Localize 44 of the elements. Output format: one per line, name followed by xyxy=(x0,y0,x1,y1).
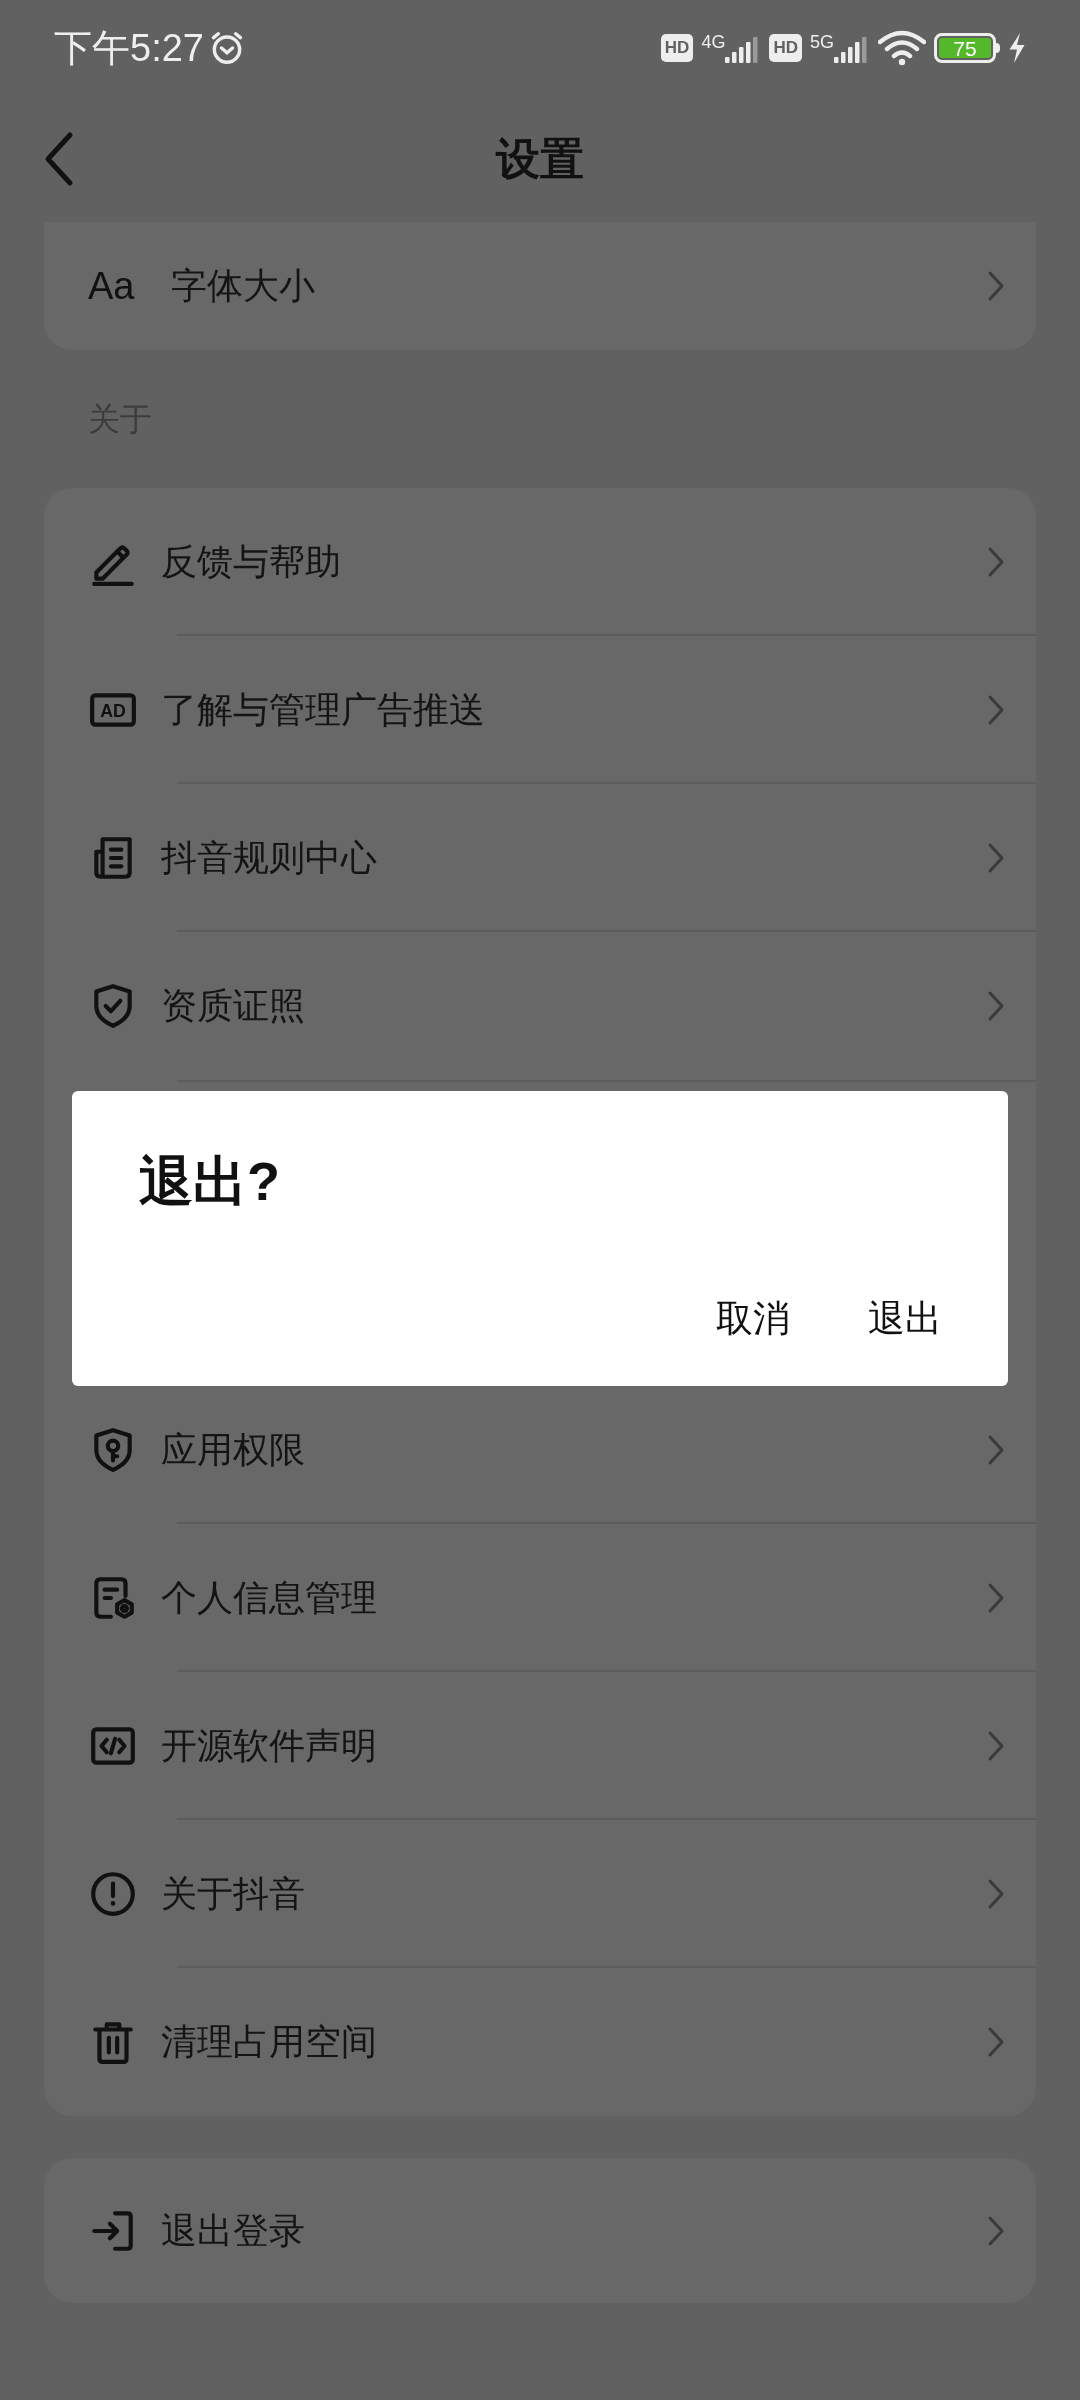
settings-row[interactable]: 清理占用空间 xyxy=(44,1968,1036,2116)
network-label: 5G xyxy=(810,33,834,51)
chevron-icon xyxy=(986,1433,1006,1467)
chevron-icon xyxy=(986,1877,1006,1911)
row-label: 清理占用空间 xyxy=(160,2020,378,2064)
exclamation-icon xyxy=(88,1869,138,1919)
chevron-icon xyxy=(986,1729,1006,1763)
dialog-button[interactable]: 取消 xyxy=(680,1272,826,1364)
chevron-icon xyxy=(986,269,1006,303)
chevron-icon xyxy=(986,545,1006,579)
row-label: 资质证照 xyxy=(160,984,306,1028)
row-label: 应用权限 xyxy=(160,1428,306,1472)
settings-row[interactable]: 应用权限 xyxy=(44,1376,1036,1524)
dialog-title: 退出? xyxy=(139,1150,280,1213)
dialog-button[interactable]: 退出 xyxy=(832,1272,978,1364)
row-label: 开源软件声明 xyxy=(160,1724,378,1768)
row-label: 关于抖音 xyxy=(160,1872,306,1916)
settings-row[interactable]: 开源软件声明 xyxy=(44,1672,1036,1820)
wifi-icon xyxy=(878,30,926,66)
status-time: 下午5:27 xyxy=(54,25,204,71)
row-label: 反馈与帮助 xyxy=(160,540,342,584)
page-title: 设置 xyxy=(494,133,585,185)
row-label: 了解与管理广告推送 xyxy=(160,688,486,732)
row-label: 字体大小 xyxy=(170,264,316,308)
settings-row[interactable]: 资质证照 xyxy=(44,932,1036,1080)
hd-badge: HD xyxy=(660,34,694,62)
row-label: 退出登录 xyxy=(160,2208,306,2253)
chevron-icon xyxy=(986,1581,1006,1615)
settings-row[interactable]: AD 了解与管理广告推送 xyxy=(44,636,1036,784)
font-size-icon: Aa xyxy=(88,257,148,315)
row-label: 个人信息管理 xyxy=(160,1576,378,1620)
settings-row[interactable]: 退出登录 xyxy=(44,2158,1036,2303)
chevron-icon xyxy=(986,693,1006,727)
settings-row[interactable]: 反馈与帮助 xyxy=(44,488,1036,636)
settings-row[interactable]: 抖音规则中心 xyxy=(44,784,1036,932)
network-label: 4G xyxy=(701,33,726,51)
chevron-icon xyxy=(986,2025,1006,2059)
settings-row[interactable]: Aa 字体大小 xyxy=(44,222,1036,350)
settings-row[interactable]: 关于抖音 xyxy=(44,1820,1036,1968)
chevron-icon xyxy=(986,989,1006,1023)
settings-row[interactable]: 个人信息管理 xyxy=(44,1524,1036,1672)
hd-badge: HD xyxy=(769,34,802,62)
chevron-icon xyxy=(986,841,1006,875)
row-label: 抖音规则中心 xyxy=(160,836,378,880)
